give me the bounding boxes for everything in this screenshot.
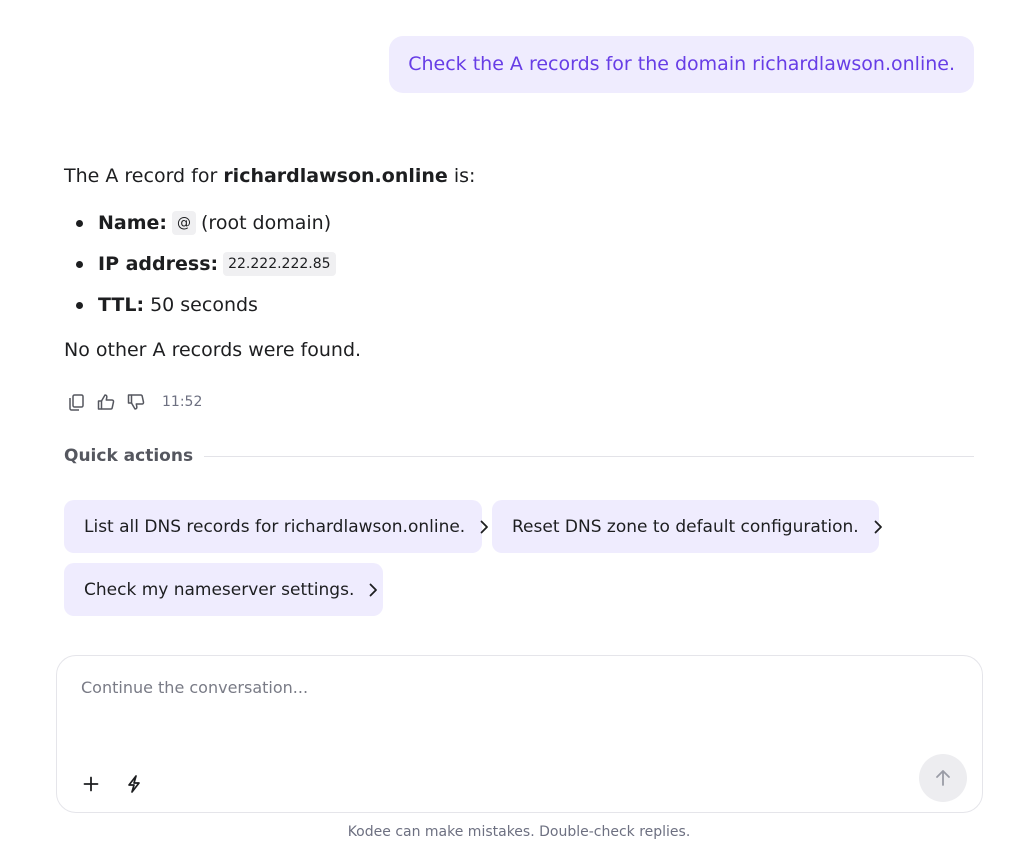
inline-code: 22.222.222.85	[223, 251, 336, 276]
response-domain: richardlawson.online	[223, 165, 448, 187]
quick-action-label: Reset DNS zone to default configuration.	[512, 516, 859, 537]
quick-action-check-nameservers[interactable]: Check my nameserver settings.	[64, 563, 383, 616]
quick-action-label: Check my nameserver settings.	[84, 579, 355, 600]
user-message-bubble: Check the A records for the domain richa…	[389, 36, 974, 93]
divider	[204, 455, 974, 457]
chevron-right-icon	[479, 519, 489, 535]
list-item: IP address: 22.222.222.85	[64, 243, 964, 284]
send-button[interactable]	[919, 754, 967, 802]
message-input[interactable]	[81, 678, 941, 728]
chevron-right-icon	[873, 519, 883, 535]
message-actions: 11:52	[64, 390, 202, 414]
quick-actions-header: Quick actions	[64, 446, 974, 466]
quick-action-reset-dns-zone[interactable]: Reset DNS zone to default configuration.	[492, 500, 882, 553]
arrow-up-icon	[935, 769, 951, 787]
quick-actions-title: Quick actions	[64, 446, 194, 466]
quick-action-label: List all DNS records for richardlawson.o…	[84, 516, 466, 537]
response-intro: The A record for richardlawson.online is…	[64, 165, 476, 187]
plus-icon[interactable]	[78, 771, 104, 797]
a-record-details: Name: @ (root domain) IP address: 22.222…	[64, 202, 964, 325]
message-timestamp: 11:52	[162, 394, 203, 410]
chevron-right-icon	[368, 582, 378, 598]
disclaimer: Kodee can make mistakes. Double-check re…	[347, 824, 691, 840]
user-message-text: Check the A records for the domain richa…	[408, 53, 955, 75]
inline-code: @	[172, 210, 197, 235]
thumbs-down-icon[interactable]	[124, 390, 148, 414]
assistant-response: The A record for richardlawson.online is…	[64, 162, 964, 364]
thumbs-up-icon[interactable]	[94, 390, 118, 414]
list-item: TTL: 50 seconds	[64, 284, 964, 325]
message-composer	[56, 655, 983, 813]
list-item: Name: @ (root domain)	[64, 202, 964, 243]
lightning-icon[interactable]	[121, 771, 147, 797]
response-outro: No other A records were found.	[64, 339, 362, 361]
copy-icon[interactable]	[64, 390, 88, 414]
quick-action-list-dns-records[interactable]: List all DNS records for richardlawson.o…	[64, 500, 489, 553]
